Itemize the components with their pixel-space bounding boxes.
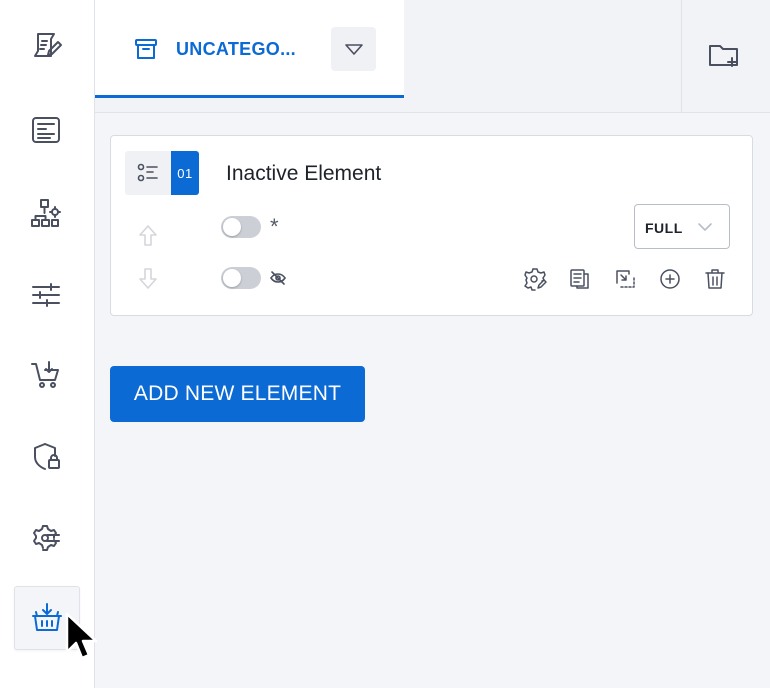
- trash-icon[interactable]: [703, 267, 727, 291]
- required-marker: *: [270, 214, 279, 239]
- sidebar-item-integrations[interactable]: [26, 518, 66, 558]
- width-select-value: FULL: [645, 220, 683, 236]
- add-circle-icon[interactable]: [658, 267, 682, 291]
- tab-label: UNCATEGO...: [176, 39, 296, 59]
- sliders-icon: [32, 283, 60, 307]
- list-type-icon: [137, 163, 158, 182]
- sidebar-item-sliders[interactable]: [26, 275, 66, 315]
- move-to-icon[interactable]: [613, 267, 637, 291]
- mouse-cursor-icon: [65, 612, 98, 660]
- eye-off-icon: [270, 271, 286, 285]
- sidebar: [0, 0, 95, 688]
- move-down-icon[interactable]: [135, 266, 161, 292]
- layout-icon: [32, 117, 60, 143]
- cart-icon: [31, 361, 59, 388]
- element-type-button[interactable]: [125, 151, 171, 195]
- tab-bar: UNCATEGO...: [95, 0, 770, 113]
- element-title[interactable]: Inactive Element: [226, 162, 381, 186]
- move-up-icon[interactable]: [135, 222, 161, 248]
- divider: [681, 0, 682, 113]
- archive-box-icon: [135, 39, 157, 59]
- triangle-down-icon: [344, 44, 363, 55]
- sidebar-item-cart[interactable]: [26, 355, 66, 395]
- tab-dropdown-button[interactable]: [331, 27, 376, 71]
- sidebar-item-hierarchy[interactable]: [26, 193, 66, 233]
- sidebar-item-layout[interactable]: [26, 110, 66, 150]
- new-folder-icon[interactable]: [707, 38, 741, 72]
- element-number-badge: 01: [171, 151, 199, 195]
- shield-lock-icon: [34, 443, 60, 470]
- basket-download-icon: [32, 603, 62, 631]
- sidebar-item-form-editor[interactable]: [26, 26, 66, 66]
- sidebar-item-security[interactable]: [26, 437, 66, 477]
- visibility-toggle[interactable]: [221, 267, 261, 289]
- gear-connections-icon: [33, 525, 60, 551]
- chevron-down-icon: [698, 223, 712, 231]
- required-toggle[interactable]: [221, 216, 261, 238]
- add-new-element-button[interactable]: ADD NEW ELEMENT: [110, 366, 365, 422]
- width-select[interactable]: FULL: [634, 204, 730, 249]
- hierarchy-settings-icon: [31, 199, 61, 227]
- element-card: 01 Inactive Element * FULL: [110, 135, 753, 316]
- duplicate-icon[interactable]: [568, 267, 592, 291]
- form-editor-icon: [34, 33, 62, 57]
- gear-edit-icon[interactable]: [523, 267, 547, 291]
- tab-uncategorized[interactable]: UNCATEGO...: [95, 0, 404, 98]
